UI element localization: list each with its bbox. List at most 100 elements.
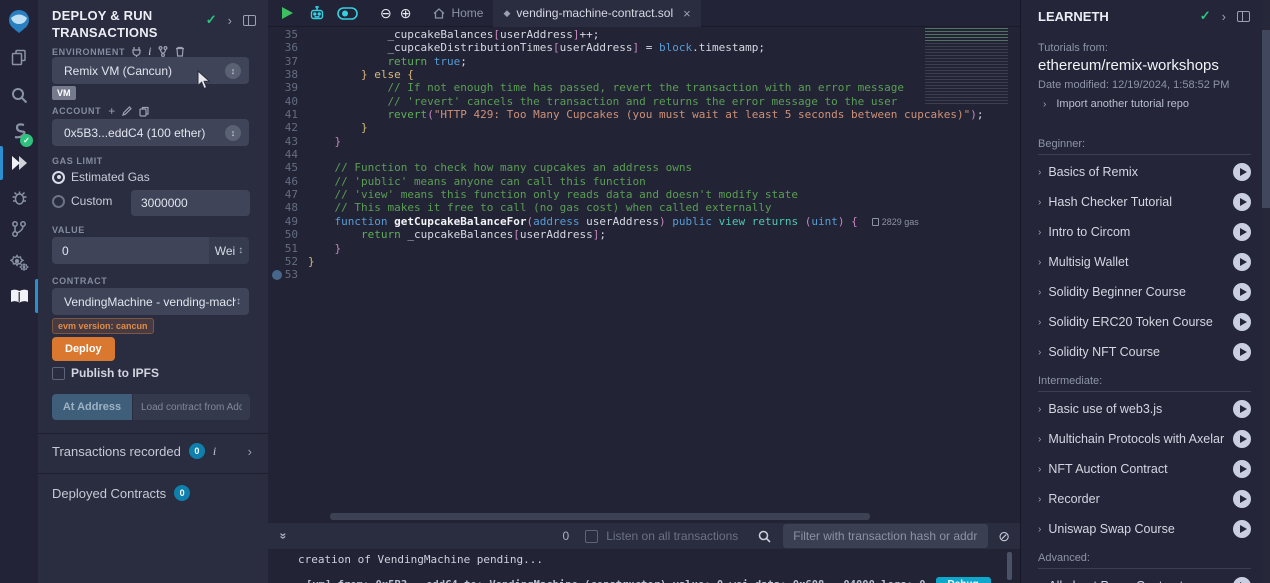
minimap[interactable] [925, 28, 1008, 106]
tutorial-item[interactable]: ›Solidity Beginner Course [1038, 277, 1251, 307]
tutorial-item[interactable]: ›Solidity NFT Course [1038, 337, 1251, 367]
transactions-recorded-row[interactable]: Transactions recorded 0 i › [52, 443, 252, 459]
tutorial-item[interactable]: ›Intro to Circom [1038, 217, 1251, 247]
estimated-gas-radio[interactable] [52, 171, 65, 184]
code-line[interactable]: 48// This makes it free to call (no gas … [268, 201, 1020, 214]
tutorial-item[interactable]: ›NFT Auction Contract [1038, 454, 1251, 484]
trash-icon[interactable] [175, 46, 185, 57]
zoom-out-icon[interactable]: ⊖ [380, 5, 392, 22]
play-tutorial-button[interactable] [1233, 313, 1251, 331]
tutorial-item[interactable]: ›Uniswap Swap Course [1038, 514, 1251, 544]
tutorial-item[interactable]: ›All about Proxy Contracts [1038, 571, 1251, 583]
file-explorer-icon[interactable] [0, 42, 38, 72]
code-line[interactable]: 35_cupcakeBalances[userAddress]++; [268, 28, 1020, 41]
transactions-expand-chevron[interactable]: › [248, 444, 252, 459]
code-line[interactable]: 49function getCupcakeBalanceFor(address … [268, 215, 1020, 228]
tutorial-item[interactable]: ›Recorder [1038, 484, 1251, 514]
play-tutorial-button[interactable] [1233, 163, 1251, 181]
play-tutorial-button[interactable] [1233, 577, 1251, 583]
at-address-button[interactable]: At Address [52, 394, 132, 420]
custom-gas-radio[interactable] [52, 195, 65, 208]
play-tutorial-button[interactable] [1233, 283, 1251, 301]
deploy-button[interactable]: Deploy [52, 337, 115, 361]
value-input[interactable] [52, 237, 209, 264]
git-icon[interactable] [0, 214, 38, 244]
value-unit-select[interactable]: Wei ↕ [209, 237, 249, 264]
debugger-icon[interactable] [0, 182, 38, 212]
play-tutorial-button[interactable] [1233, 400, 1251, 418]
tutorial-item[interactable]: ›Hash Checker Tutorial [1038, 187, 1251, 217]
tutorial-item[interactable]: ›Basic use of web3.js [1038, 394, 1251, 424]
learneth-icon[interactable] [0, 281, 38, 311]
add-account-icon[interactable]: + [108, 104, 115, 118]
code-line[interactable]: 39// If not enough time has passed, reve… [268, 81, 1020, 94]
clear-console-icon[interactable]: ⊘ [998, 528, 1010, 545]
terminal-tx-row[interactable]: [vm] from: 0x5B3...eddC4 to: VendingMach… [306, 576, 991, 583]
close-tab-icon[interactable]: × [683, 6, 691, 21]
publish-ipfs-checkbox[interactable] [52, 367, 65, 380]
tab-file[interactable]: ◆ vending-machine-contract.sol × [493, 0, 700, 27]
code-line[interactable]: 47// 'view' means this function only rea… [268, 188, 1020, 201]
debug-button[interactable]: Debug [936, 577, 991, 583]
tutorial-item[interactable]: ›Basics of Remix [1038, 157, 1251, 187]
panel-chevron-icon[interactable]: › [228, 13, 232, 28]
tutorial-item[interactable]: ›Multichain Protocols with Axelar [1038, 424, 1251, 454]
ai-assistant-icon[interactable] [309, 6, 325, 21]
deploy-run-icon[interactable] [0, 148, 38, 178]
terminal-collapse-icon[interactable]: » [276, 533, 290, 540]
settings-icon[interactable] [0, 247, 38, 277]
code-line[interactable]: 42} [268, 121, 1020, 134]
tutorial-item[interactable]: ›Solidity ERC20 Token Course [1038, 307, 1251, 337]
tab-home[interactable]: Home [423, 0, 493, 27]
learneth-scrollbar[interactable] [1262, 0, 1270, 583]
play-tutorial-button[interactable] [1233, 253, 1251, 271]
horizontal-scrollbar[interactable] [330, 513, 870, 520]
zoom-in-icon[interactable]: ⊕ [400, 5, 412, 22]
remix-logo[interactable] [0, 6, 38, 36]
tutorial-item[interactable]: ›Multisig Wallet [1038, 247, 1251, 277]
terminal-scrollbar[interactable] [1007, 552, 1012, 580]
learneth-chevron-icon[interactable]: › [1222, 9, 1226, 24]
search-icon[interactable] [0, 80, 38, 110]
code-line[interactable]: 38} else { [268, 68, 1020, 81]
fork-icon[interactable] [158, 46, 168, 57]
code-line[interactable]: 52} [268, 255, 1020, 268]
play-tutorial-button[interactable] [1233, 490, 1251, 508]
account-select[interactable]: 0x5B3...eddC4 (100 ether) ↕ [52, 119, 249, 146]
code-line[interactable]: 43} [268, 135, 1020, 148]
code-line[interactable]: 46// 'public' means anyone can call this… [268, 175, 1020, 188]
run-script-icon[interactable] [282, 7, 293, 19]
play-tutorial-button[interactable] [1233, 520, 1251, 538]
terminal-filter-input[interactable] [783, 524, 988, 548]
terminal-search-icon[interactable] [758, 530, 771, 543]
play-tutorial-button[interactable] [1233, 460, 1251, 478]
plug-icon[interactable] [132, 46, 141, 57]
import-tutorial-repo[interactable]: › Import another tutorial repo [1043, 98, 1189, 110]
transactions-info-icon[interactable]: i [213, 444, 216, 459]
contract-select[interactable]: VendingMachine - vending-machin ↕ [52, 288, 249, 315]
learneth-layout-icon[interactable] [1237, 11, 1250, 22]
code-line[interactable]: 37return true; [268, 55, 1020, 68]
edit-account-icon[interactable] [122, 106, 132, 116]
code-line[interactable]: 40// 'revert' cancels the transaction an… [268, 95, 1020, 108]
environment-select[interactable]: Remix VM (Cancun) ↕ [52, 57, 249, 84]
play-tutorial-button[interactable] [1233, 223, 1251, 241]
copilot-toggle-icon[interactable] [337, 7, 358, 20]
play-tutorial-button[interactable] [1233, 193, 1251, 211]
custom-gas-input[interactable] [131, 190, 250, 216]
code-line[interactable]: 45// Function to check how many cupcakes… [268, 161, 1020, 174]
play-tutorial-button[interactable] [1233, 430, 1251, 448]
copy-account-icon[interactable] [139, 106, 149, 117]
code-lines[interactable]: 35_cupcakeBalances[userAddress]++;36_cup… [268, 28, 1020, 282]
scrollbar-thumb[interactable] [1262, 30, 1270, 208]
code-line[interactable]: 36_cupcakeDistributionTimes[userAddress]… [268, 41, 1020, 54]
panel-layout-icon[interactable] [243, 15, 256, 26]
code-line[interactable]: 50return _cupcakeBalances[userAddress]; [268, 228, 1020, 241]
code-line[interactable]: 51} [268, 242, 1020, 255]
listen-all-checkbox[interactable] [585, 530, 598, 543]
code-line[interactable]: 53 [268, 268, 1020, 281]
code-line[interactable]: 44 [268, 148, 1020, 161]
play-tutorial-button[interactable] [1233, 343, 1251, 361]
code-line[interactable]: 41revert("HTTP 429: Too Many Cupcakes (y… [268, 108, 1020, 121]
at-address-input[interactable] [133, 394, 250, 420]
